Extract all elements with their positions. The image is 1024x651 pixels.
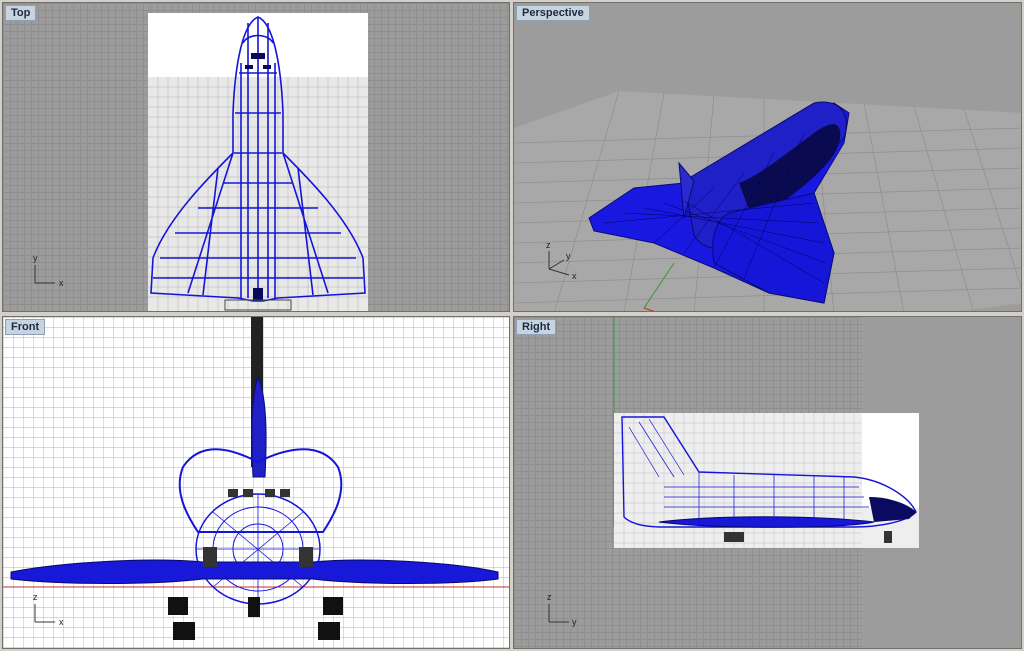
right-view-drawing: z y (547, 317, 1021, 648)
viewport-title-top[interactable]: Top (5, 5, 37, 21)
perspective-view-drawing: z y x (514, 90, 1021, 311)
axis-label-x: x (572, 271, 577, 281)
axis-label-x: x (59, 278, 64, 288)
axis-label-z: z (546, 240, 551, 250)
front-viewport[interactable]: Front z x (2, 316, 510, 649)
axis-label-x: x (59, 617, 64, 627)
axis-icon-top (34, 265, 55, 284)
axis-label-y: y (33, 253, 38, 263)
axis-label-z: z (33, 592, 38, 602)
front-view-drawing: z x (3, 317, 509, 648)
viewport-title-perspective[interactable]: Perspective (516, 5, 590, 21)
axis-label-z: z (547, 592, 552, 602)
viewport-title-right[interactable]: Right (516, 319, 557, 335)
perspective-viewport[interactable]: Perspective z y x (513, 2, 1022, 312)
axis-icon-right (548, 604, 569, 623)
viewport-title-front[interactable]: Front (5, 319, 46, 335)
axis-label-y: y (566, 251, 571, 261)
top-viewport[interactable]: Top y x (2, 2, 510, 312)
top-view-drawing: y x (33, 13, 368, 311)
axis-label-y: y (572, 617, 577, 627)
right-viewport[interactable]: Right z y (513, 316, 1022, 649)
